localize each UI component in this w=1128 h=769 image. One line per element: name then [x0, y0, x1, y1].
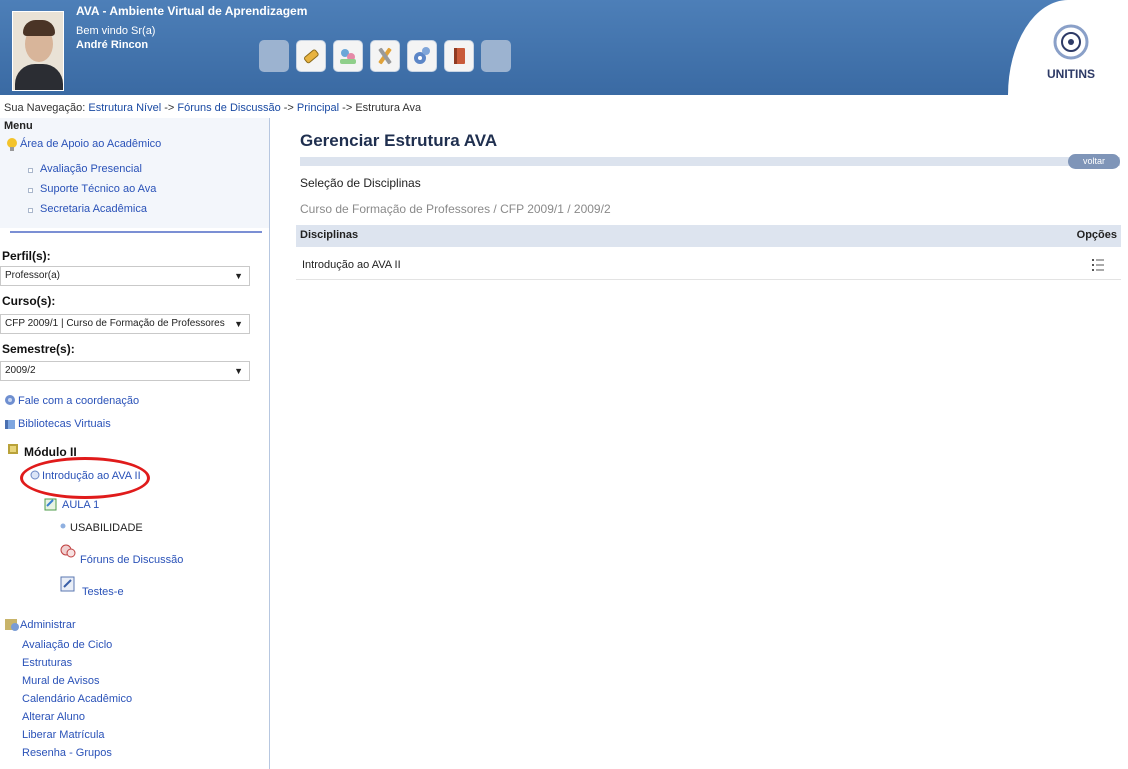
perfil-select[interactable]: Professor(a) ▼	[0, 266, 250, 286]
module-icon	[8, 444, 18, 454]
admin-icon	[5, 619, 19, 631]
book-button[interactable]	[444, 40, 474, 72]
curso-select[interactable]: CFP 2009/1 | Curso de Formação de Profes…	[0, 314, 250, 334]
breadcrumb-prefix: Sua Navegação:	[4, 102, 86, 114]
foruns-link[interactable]: Fóruns de Discussão	[80, 554, 183, 566]
menu-divider	[10, 231, 262, 233]
gears-button[interactable]	[407, 40, 437, 72]
test-icon	[60, 576, 75, 592]
welcome-text: Bem vindo Sr(a)	[76, 25, 156, 37]
menu-title: Menu	[4, 120, 33, 132]
bullet-icon	[28, 208, 33, 213]
unitins-emblem-icon	[1053, 24, 1089, 60]
header: AVA - Ambiente Virtual de Aprendizagem B…	[0, 0, 1128, 100]
globe-icon	[5, 395, 15, 405]
chevron-down-icon: ▼	[234, 366, 243, 376]
toolbar-blank-right	[481, 40, 511, 72]
table-header: Disciplinas Opções	[296, 225, 1121, 247]
tools-button[interactable]	[370, 40, 400, 72]
breadcrumb-item-principal[interactable]: Principal	[297, 102, 339, 114]
pencil-icon	[304, 49, 319, 64]
support-item-secretaria[interactable]: Secretaria Acadêmica	[40, 203, 147, 215]
gears-icon	[414, 47, 430, 64]
chevron-down-icon: ▼	[234, 271, 243, 281]
highlight-ellipse	[20, 457, 150, 499]
breadcrumb-item-estrutura-nivel[interactable]: Estrutura Nível	[88, 102, 161, 114]
admin-item-alterar-aluno[interactable]: Alterar Aluno	[22, 711, 85, 723]
lesson-icon	[44, 498, 57, 511]
toolbar	[259, 40, 511, 72]
sidebar: Menu Área de Apoio ao Acadêmico Avaliaçã…	[0, 118, 270, 769]
semestre-select[interactable]: 2009/2 ▼	[0, 361, 250, 381]
perfil-label: Perfil(s):	[2, 249, 51, 263]
admin-item-calendario[interactable]: Calendário Acadêmico	[22, 693, 132, 705]
discipline-cell: Introdução ao AVA II	[302, 259, 401, 271]
lightbulb-icon	[7, 138, 17, 151]
people-button[interactable]	[333, 40, 363, 72]
page-title: Gerenciar Estrutura AVA	[300, 131, 498, 150]
forum-icon	[60, 544, 76, 558]
breadcrumb-separator: ->	[164, 102, 175, 114]
support-item-avaliacao[interactable]: Avaliação Presencial	[40, 163, 142, 175]
admin-link[interactable]: Administrar	[20, 619, 76, 631]
book-icon	[5, 420, 15, 429]
pencil-button[interactable]	[296, 40, 326, 72]
usabilidade-item[interactable]: USABILIDADE	[70, 522, 143, 534]
avatar	[12, 11, 64, 91]
breadcrumb-current: Estrutura Ava	[355, 102, 422, 114]
admin-item-avaliacao-ciclo[interactable]: Avaliação de Ciclo	[22, 639, 112, 651]
bullet-icon	[28, 168, 33, 173]
breadcrumb-separator: ->	[342, 102, 353, 114]
toolbar-blank-left	[259, 40, 289, 72]
semestre-value: 2009/2	[5, 365, 36, 376]
perfil-value: Professor(a)	[5, 270, 61, 281]
selection-title: Seleção de Disciplinas	[300, 176, 421, 190]
support-item-suporte[interactable]: Suporte Técnico ao Ava	[40, 183, 156, 195]
semestre-label: Semestre(s):	[2, 342, 75, 356]
curso-label: Curso(s):	[2, 294, 56, 308]
table-row: Introdução ao AVA II	[296, 252, 1121, 280]
course-path: Curso de Formação de Professores / CFP 2…	[300, 202, 611, 216]
app-title: AVA - Ambiente Virtual de Aprendizagem	[76, 4, 308, 18]
support-area-link[interactable]: Área de Apoio ao Acadêmico	[20, 138, 161, 150]
breadcrumb-separator: ->	[283, 102, 294, 114]
unitins-logo: UNITINS	[1035, 22, 1107, 81]
title-underline	[300, 157, 1120, 166]
book-icon	[454, 48, 465, 64]
options-list-icon[interactable]	[1091, 257, 1105, 273]
people-icon	[340, 49, 356, 64]
aula-link[interactable]: AULA 1	[62, 499, 99, 511]
fale-coordenacao-link[interactable]: Fale com a coordenação	[18, 395, 139, 407]
chevron-down-icon: ▼	[234, 319, 243, 329]
tools-icon	[378, 47, 392, 65]
admin-item-estruturas[interactable]: Estruturas	[22, 657, 72, 669]
admin-item-liberar-matricula[interactable]: Liberar Matrícula	[22, 729, 105, 741]
admin-item-mural[interactable]: Mural de Avisos	[22, 675, 99, 687]
curso-value: CFP 2009/1 | Curso de Formação de Profes…	[5, 318, 225, 329]
logo-text: UNITINS	[1047, 67, 1095, 81]
column-header-opcoes: Opções	[1076, 229, 1117, 241]
admin-item-resenha[interactable]: Resenha - Grupos	[22, 747, 112, 759]
user-name: André Rincon	[76, 39, 149, 51]
column-header-disciplinas: Disciplinas	[300, 229, 359, 241]
testes-link[interactable]: Testes-e	[82, 586, 124, 598]
voltar-button[interactable]: voltar	[1068, 154, 1120, 169]
bullet-icon	[28, 188, 33, 193]
breadcrumb-item-foruns[interactable]: Fóruns de Discussão	[177, 102, 280, 114]
breadcrumb: Sua Navegação: Estrutura Nível -> Fóruns…	[4, 102, 421, 114]
bullet-icon	[60, 523, 66, 529]
bibliotecas-link[interactable]: Bibliotecas Virtuais	[18, 418, 111, 430]
